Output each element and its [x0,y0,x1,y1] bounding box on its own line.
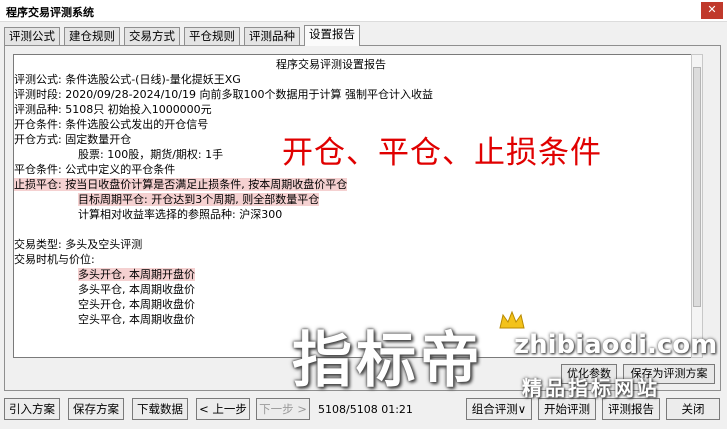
window-title: 程序交易评测系统 [6,6,94,19]
tab-open-rules[interactable]: 建仓规则 [64,27,120,45]
report-line: 开仓方式: 固定数量开仓 [14,133,132,146]
report-line: 股票: 100股，期货/期权: 1手 [78,148,224,161]
report-line: 评测公式: 条件选股公式-(日线)-量化提妖王XG [14,73,241,86]
report-line: 评测时段: 2020/09/28-2024/10/19 向前多取100个数据用于… [14,88,433,101]
test-report-button[interactable]: 评测报告 [602,398,660,420]
report-line: 评测品种: 5108只 初始投入1000000元 [14,103,212,116]
report-line: 计算相对收益率选择的参照品种: 沪深300 [78,208,283,221]
report-line-stoploss: 止损平仓: 按当日收盘价计算是否满足止损条件, 按本周期收盘价平仓 [14,178,348,191]
report-line: 空头平仓, 本周期收盘价 [78,313,195,326]
download-data-button[interactable]: 下载数据 [132,398,188,420]
tab-formula[interactable]: 评测公式 [4,27,60,45]
report-line: 交易时机与价位: [14,253,95,266]
report-scrollbar[interactable] [691,54,703,358]
report-line-target-period: 目标周期平仓: 开仓达到3个周期, 则全部数量平仓 [78,193,320,206]
report-line-long-open: 多头开仓, 本周期开盘价 [78,268,195,281]
tab-test-symbols[interactable]: 评测品种 [244,27,300,45]
save-scheme-button[interactable]: 保存方案 [68,398,124,420]
settings-report-panel: 程序交易评测设置报告 评测公式: 条件选股公式-(日线)-量化提妖王XG 评测时… [4,45,721,391]
import-scheme-button[interactable]: 引入方案 [4,398,60,420]
progress-status: 5108/5108 01:21 [318,403,413,416]
next-step-button[interactable]: 下一步 > [256,398,310,420]
bottom-toolbar: 引入方案 保存方案 下载数据 < 上一步 下一步 > 5108/5108 01:… [0,393,727,429]
optimize-params-button[interactable]: 优化参数 [561,364,617,384]
close-button[interactable]: 关闭 [666,398,720,420]
start-test-button[interactable]: 开始评测 [538,398,596,420]
report-heading: 程序交易评测设置报告 [276,58,386,71]
report-line: 平仓条件: 公式中定义的平仓条件 [14,163,176,176]
report-line: 交易类型: 多头及空头评测 [14,238,143,251]
report-textbox[interactable]: 程序交易评测设置报告 评测公式: 条件选股公式-(日线)-量化提妖王XG 评测时… [13,54,697,358]
report-line: 空头开仓, 本周期收盘价 [78,298,195,311]
tab-trade-mode[interactable]: 交易方式 [124,27,180,45]
scrollbar-thumb[interactable] [693,67,701,307]
annotation-text: 开仓、平仓、止损条件 [282,135,602,171]
tab-settings-report[interactable]: 设置报告 [304,25,360,46]
prev-step-button[interactable]: < 上一步 [196,398,250,420]
tab-close-rules[interactable]: 平仓规则 [184,27,240,45]
combo-test-dropdown[interactable]: 组合评测∨ [466,398,532,420]
report-line: 开仓条件: 条件选股公式发出的开仓信号 [14,118,209,131]
close-window-button[interactable]: ✕ [701,2,723,19]
title-bar: 程序交易评测系统 ✕ [0,0,727,22]
save-as-scheme-button[interactable]: 保存为评测方案 [623,364,715,384]
report-line: 多头平仓, 本周期收盘价 [78,283,195,296]
